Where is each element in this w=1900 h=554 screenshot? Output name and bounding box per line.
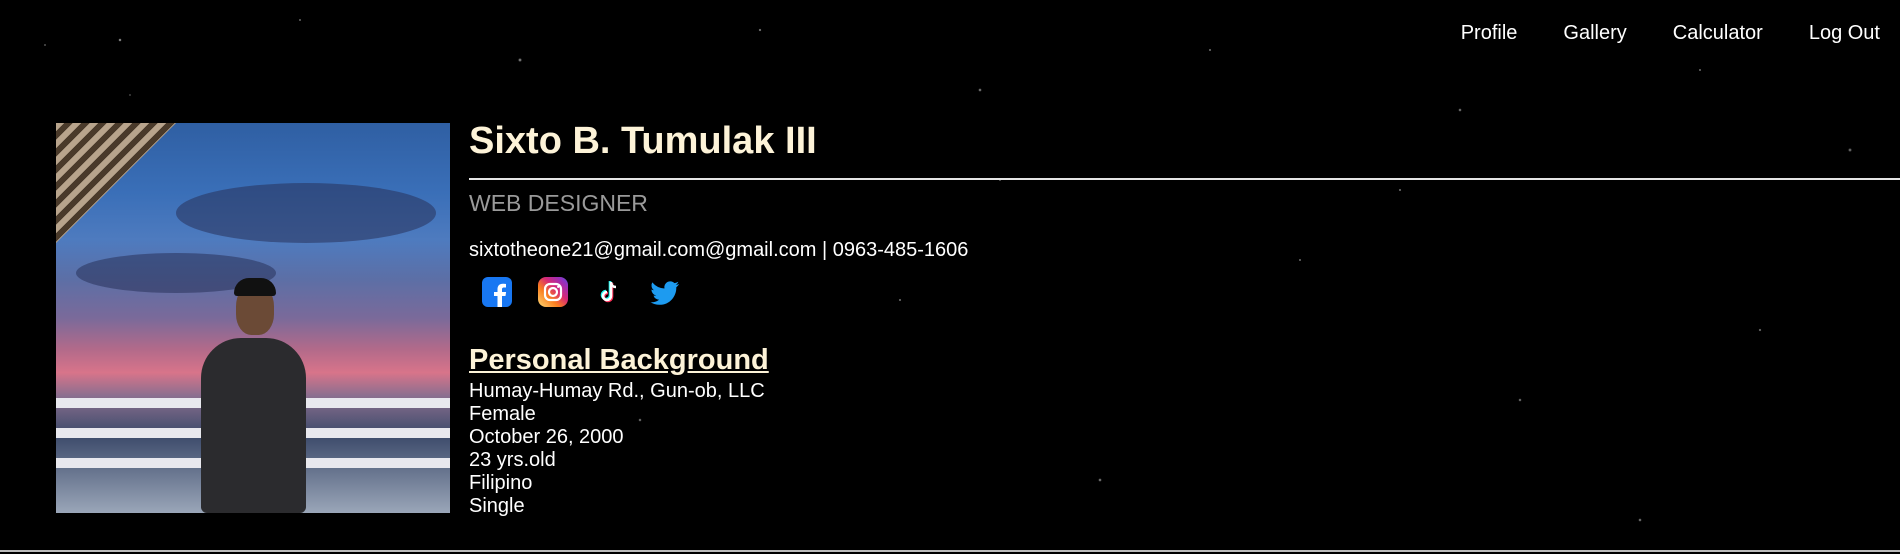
photo-cloud — [176, 183, 436, 243]
profile-role: WEB DESIGNER — [469, 190, 648, 216]
detail-address: Humay-Humay Rd., Gun-ob, LLC — [469, 380, 765, 402]
profile-contact: sixtotheone21@gmail.com@gmail.com | 0963… — [469, 239, 969, 261]
photo-person — [201, 338, 306, 513]
nav-gallery-link[interactable]: Gallery — [1563, 22, 1626, 45]
detail-age: 23 yrs.old — [469, 449, 556, 471]
photo-person-hair — [234, 278, 276, 296]
tiktok-icon[interactable] — [593, 276, 625, 308]
nav-calculator-link[interactable]: Calculator — [1673, 22, 1763, 45]
instagram-icon[interactable] — [537, 276, 569, 308]
detail-nationality: Filipino — [469, 472, 533, 494]
nav-profile-link[interactable]: Profile — [1461, 22, 1518, 45]
section-title-personal-background: Personal Background — [469, 344, 769, 376]
footer-divider — [0, 550, 1900, 552]
top-nav: Profile Gallery Calculator Log Out — [1461, 22, 1880, 45]
detail-civil-status: Single — [469, 495, 525, 517]
detail-birthdate: October 26, 2000 — [469, 426, 624, 448]
personal-details-list: Humay-Humay Rd., Gun-ob, LLC Female Octo… — [469, 380, 765, 518]
nav-logout-link[interactable]: Log Out — [1809, 22, 1880, 45]
detail-gender: Female — [469, 403, 536, 425]
social-links — [481, 276, 681, 308]
profile-photo — [56, 123, 450, 513]
name-divider — [469, 178, 1900, 180]
profile-name: Sixto B. Tumulak III — [469, 120, 817, 162]
photo-roof — [56, 123, 176, 243]
facebook-icon[interactable] — [481, 276, 513, 308]
twitter-icon[interactable] — [649, 276, 681, 308]
